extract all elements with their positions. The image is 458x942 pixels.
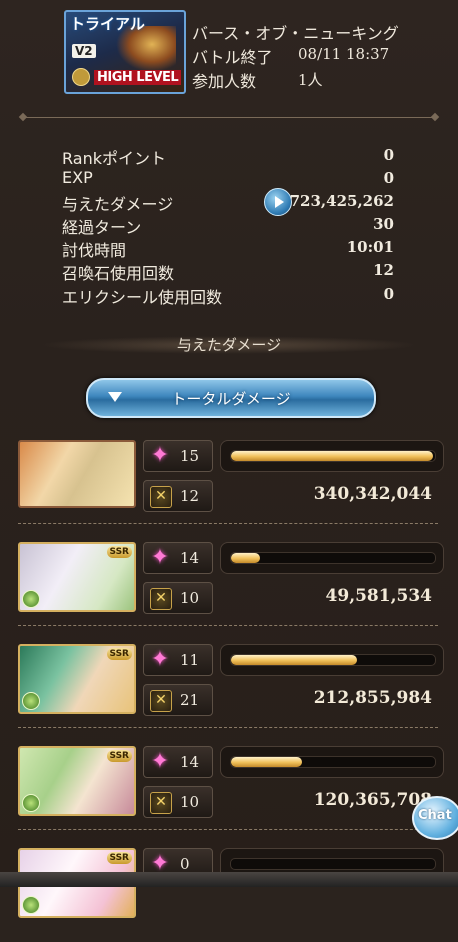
quest-name: バース・オブ・ニューキング bbox=[192, 24, 399, 43]
damage-share-bar bbox=[220, 542, 444, 574]
stat-value-elixir: 0 bbox=[383, 285, 394, 303]
skill-count-badge: ✦ 15 bbox=[143, 440, 213, 472]
character-portrait[interactable] bbox=[18, 440, 136, 508]
character-row: SSR ✦ 14 ✕ 10 49,581,534 bbox=[0, 534, 458, 636]
row-separator bbox=[18, 523, 438, 524]
ssr-rarity-badge: SSR bbox=[106, 750, 132, 762]
skill-count-badge: ✦ 14 bbox=[143, 746, 213, 778]
banner-level-label: HIGH LEVEL bbox=[94, 70, 182, 85]
damage-share-bar bbox=[220, 746, 444, 778]
row-separator bbox=[18, 829, 438, 830]
damage-bar-fill bbox=[231, 757, 302, 767]
ssr-rarity-badge: SSR bbox=[106, 546, 132, 558]
bottom-bar bbox=[0, 872, 458, 887]
skill-count-value: 11 bbox=[180, 651, 200, 669]
pink-star-icon: ✦ bbox=[150, 851, 170, 876]
damage-share-bar bbox=[220, 644, 444, 676]
skill-count-badge: ✦ 14 bbox=[143, 542, 213, 574]
charge-attack-count-badge: ✕ 12 bbox=[143, 480, 213, 512]
skill-count-value: 0 bbox=[180, 855, 190, 873]
stat-value-summons: 12 bbox=[373, 261, 394, 279]
charge-attack-count-value: 12 bbox=[180, 487, 200, 505]
character-row: SSR ✦ 11 ✕ 21 212,855,984 bbox=[0, 636, 458, 738]
character-portrait[interactable]: SSR bbox=[18, 746, 136, 816]
charge-attack-icon: ✕ bbox=[150, 588, 172, 610]
stat-label-summons: 召喚石使用回数 bbox=[62, 264, 175, 283]
damage-bar-track bbox=[230, 858, 436, 870]
ssr-rarity-badge: SSR bbox=[106, 852, 132, 864]
damage-bar-fill bbox=[231, 655, 357, 665]
stat-value-turns: 30 bbox=[373, 215, 394, 233]
damage-bar-track bbox=[230, 654, 436, 666]
chat-button[interactable]: Chat bbox=[412, 796, 458, 840]
wind-element-icon bbox=[22, 692, 40, 710]
character-damage-value: 49,581,534 bbox=[325, 586, 432, 606]
charge-attack-count-value: 10 bbox=[180, 793, 200, 811]
banner-emblem-icon bbox=[72, 68, 90, 86]
damage-share-bar bbox=[220, 440, 444, 472]
stat-label-damage: 与えたダメージ bbox=[62, 195, 174, 214]
stat-value-time: 10:01 bbox=[346, 238, 394, 256]
character-row: SSR ✦ 0 bbox=[0, 840, 458, 942]
charge-attack-count-badge: ✕ 21 bbox=[143, 684, 213, 716]
stat-value-exp: 0 bbox=[383, 169, 394, 187]
banner-trial-label: トライアル bbox=[70, 15, 145, 33]
damage-bar-fill bbox=[231, 451, 433, 461]
charge-attack-count-value: 10 bbox=[180, 589, 200, 607]
battle-end-value: 08/11 18:37 bbox=[298, 45, 390, 63]
charge-attack-icon: ✕ bbox=[150, 792, 172, 814]
stat-value-rank: 0 bbox=[383, 146, 394, 164]
skill-count-value: 15 bbox=[180, 447, 200, 465]
row-separator bbox=[18, 727, 438, 728]
damage-section-title: 与えたダメージ bbox=[176, 336, 282, 354]
pink-star-icon: ✦ bbox=[150, 749, 170, 774]
skill-count-value: 14 bbox=[180, 549, 200, 567]
character-damage-value: 340,342,044 bbox=[313, 484, 432, 504]
participants-label: 参加人数 bbox=[192, 72, 257, 91]
stat-label-turns: 経過ターン bbox=[62, 218, 142, 237]
damage-bar-track bbox=[230, 450, 436, 462]
stat-label-exp: EXP bbox=[62, 168, 93, 187]
pink-star-icon: ✦ bbox=[150, 647, 170, 672]
wind-element-icon bbox=[22, 794, 40, 812]
quest-banner[interactable]: トライアル V2 HIGH LEVEL bbox=[64, 10, 186, 94]
stat-label-rank: Rankポイント bbox=[62, 149, 166, 168]
skill-count-badge: ✦ 11 bbox=[143, 644, 213, 676]
play-icon[interactable] bbox=[264, 188, 292, 216]
damage-bar-fill bbox=[231, 553, 260, 563]
dropdown-label: トータルダメージ bbox=[171, 390, 291, 408]
stat-label-elixir: エリクシール使用回数 bbox=[62, 288, 223, 307]
charge-attack-count-badge: ✕ 10 bbox=[143, 786, 213, 818]
skill-count-value: 14 bbox=[180, 753, 200, 771]
charge-attack-icon: ✕ bbox=[150, 690, 172, 712]
battle-end-label: バトル終了 bbox=[192, 48, 273, 67]
pink-star-icon: ✦ bbox=[150, 545, 170, 570]
chat-label: Chat bbox=[418, 808, 452, 823]
ssr-rarity-badge: SSR bbox=[106, 648, 132, 660]
banner-version-badge: V2 bbox=[72, 44, 96, 58]
charge-attack-count-badge: ✕ 10 bbox=[143, 582, 213, 614]
character-row: ✦ 15 ✕ 12 340,342,044 bbox=[0, 432, 458, 534]
charge-attack-count-value: 21 bbox=[180, 691, 200, 709]
wind-element-icon bbox=[22, 590, 40, 608]
character-portrait[interactable]: SSR bbox=[18, 644, 136, 714]
participants-value: 1人 bbox=[298, 71, 323, 89]
header-divider bbox=[20, 117, 438, 118]
charge-attack-icon: ✕ bbox=[150, 486, 172, 508]
damage-bar-track bbox=[230, 552, 436, 564]
damage-type-dropdown[interactable]: トータルダメージ bbox=[86, 378, 376, 418]
character-portrait[interactable]: SSR bbox=[18, 542, 136, 612]
row-separator bbox=[18, 625, 438, 626]
character-damage-value: 212,855,984 bbox=[313, 688, 432, 708]
stat-label-time: 討伐時間 bbox=[62, 241, 127, 260]
pink-star-icon: ✦ bbox=[150, 443, 170, 468]
character-row: SSR ✦ 14 ✕ 10 120,365,708 bbox=[0, 738, 458, 840]
damage-bar-track bbox=[230, 756, 436, 768]
battle-result-screen: トライアル V2 HIGH LEVEL バース・オブ・ニューキング バトル終了 … bbox=[0, 0, 458, 918]
stat-value-damage: 723,425,262 bbox=[289, 192, 394, 210]
wind-element-icon bbox=[22, 896, 40, 914]
